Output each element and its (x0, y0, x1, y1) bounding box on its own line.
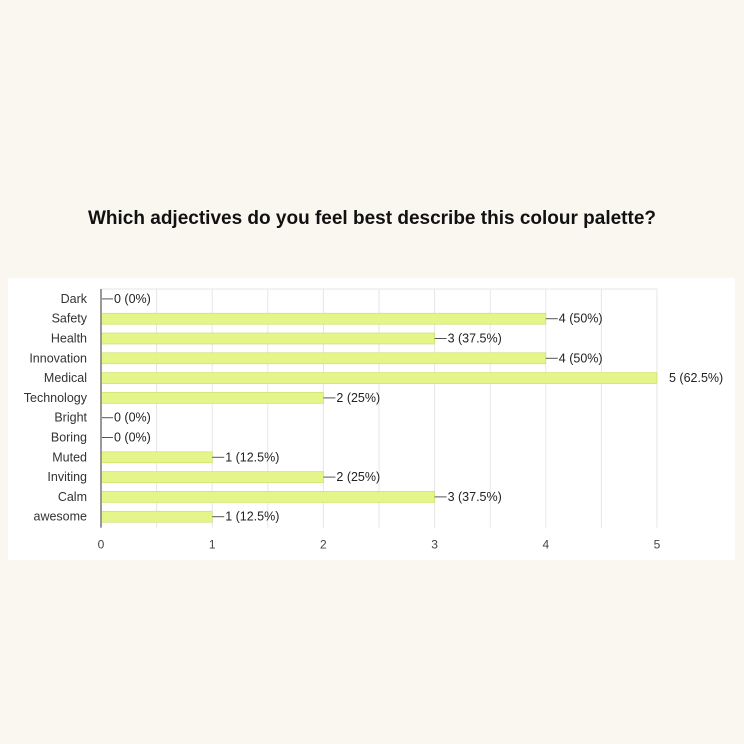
data-label: 1 (12.5%) (225, 450, 279, 464)
x-tick-label: 5 (654, 538, 661, 552)
bar (100, 352, 547, 365)
data-label: 4 (50%) (559, 312, 603, 326)
category-label: Innovation (29, 351, 87, 365)
chart-card: 0 1 2 3 4 5 Dark 0 (0%) Safety 4 (50%) Health 3 (37… (8, 278, 735, 560)
bar (100, 471, 324, 483)
bar (100, 510, 213, 523)
x-tick-label: 4 (542, 538, 549, 552)
bar (100, 312, 547, 325)
bar (100, 451, 213, 464)
x-tick-label: 1 (209, 538, 216, 552)
category-label: Medical (44, 371, 87, 385)
category-label: Boring (51, 431, 87, 445)
data-label: 3 (37.5%) (448, 490, 502, 504)
category-label: Dark (61, 292, 88, 306)
data-label: 0 (0%) (114, 411, 151, 425)
bar (100, 491, 435, 503)
x-tick-label: 3 (431, 538, 438, 552)
data-label: 4 (50%) (559, 351, 603, 365)
bar (100, 372, 658, 384)
data-label: 2 (25%) (336, 391, 380, 405)
bar (100, 392, 324, 404)
data-label: 0 (0%) (114, 292, 151, 306)
data-label: 1 (12.5%) (225, 510, 279, 524)
category-label: Muted (52, 450, 87, 464)
category-label: Technology (24, 391, 88, 405)
data-label: 2 (25%) (336, 470, 380, 484)
x-tick-label: 2 (320, 538, 327, 552)
bar (100, 332, 435, 345)
data-label: 3 (37.5%) (448, 332, 502, 346)
chart-title: Which adjectives do you feel best descri… (87, 208, 657, 229)
x-tick-label: 0 (98, 538, 105, 552)
category-label: Safety (52, 312, 88, 326)
bar-chart: 0 1 2 3 4 5 Dark 0 (0%) Safety 4 (50%) Health 3 (37… (24, 288, 723, 552)
category-label: Inviting (47, 470, 87, 484)
data-label: 5 (62.5%) (669, 371, 723, 385)
data-label: 0 (0%) (114, 431, 151, 445)
category-label: Calm (58, 490, 87, 504)
category-label: Bright (54, 411, 87, 425)
category-label: awesome (34, 510, 88, 524)
category-label: Health (51, 332, 87, 346)
